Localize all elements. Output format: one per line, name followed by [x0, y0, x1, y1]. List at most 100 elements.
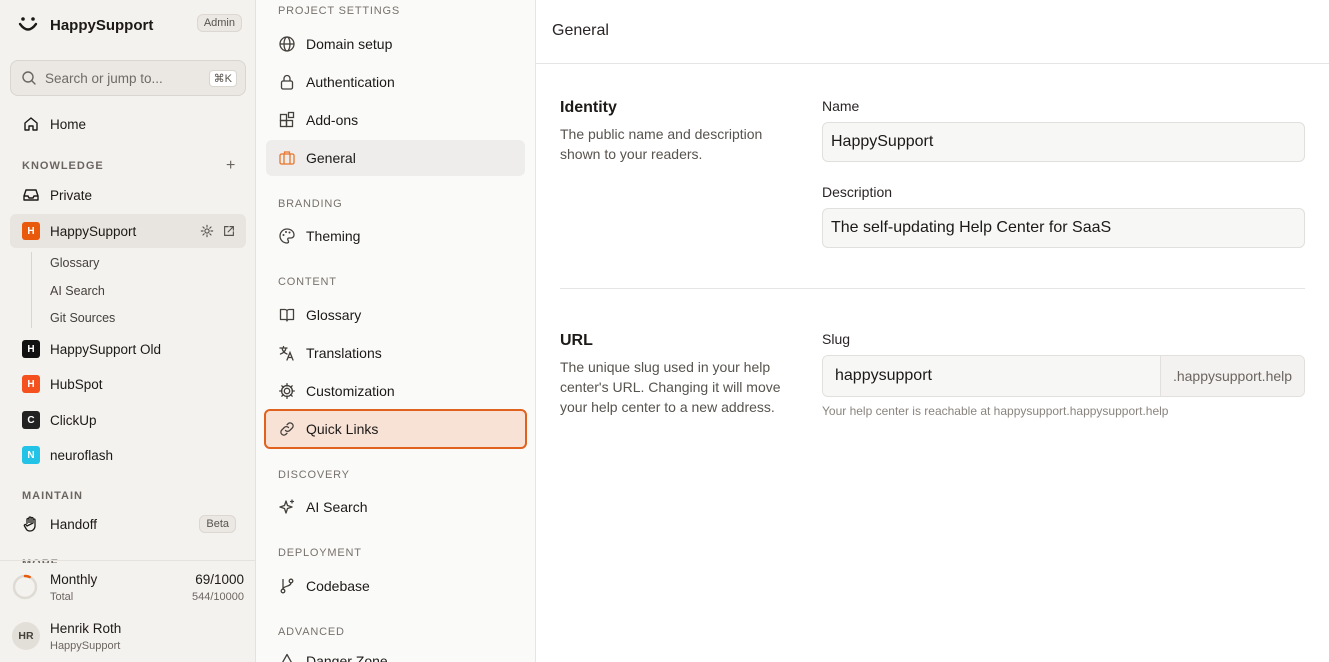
discovery-label: DISCOVERY	[278, 469, 350, 481]
settings-item-domain-setup[interactable]: Domain setup	[266, 26, 525, 62]
user-name: Henrik Roth	[50, 621, 122, 636]
url-title: URL	[560, 332, 593, 349]
usage-total-label: Total	[50, 591, 74, 603]
link-icon	[278, 420, 296, 438]
settings-item-danger-zone[interactable]: Danger Zone	[266, 643, 525, 662]
settings-item-label: Glossary	[306, 307, 362, 323]
sidebar-item-home[interactable]: Home	[10, 107, 246, 141]
sidebar-item-happysupport[interactable]: H HappySupport	[10, 214, 246, 248]
settings-item-label: Add-ons	[306, 112, 359, 128]
inbox-icon	[22, 186, 40, 204]
usage-period: Monthly	[50, 572, 98, 587]
settings-item-label: AI Search	[306, 499, 368, 515]
sidebar-item-label: Handoff	[50, 516, 98, 532]
palette-icon	[278, 227, 296, 245]
slug-label: Slug	[822, 331, 851, 347]
settings-item-add-ons[interactable]: Add-ons	[266, 102, 525, 138]
settings-nav: PROJECT SETTINGS Domain setup Authentica…	[256, 0, 536, 662]
tree-line	[31, 252, 32, 328]
settings-item-label: Codebase	[306, 578, 370, 594]
sidebar: HappySupport Admin ⌘K Home KNOWLEDGE + P…	[0, 0, 256, 662]
section-divider	[560, 288, 1305, 289]
search-input[interactable]	[45, 70, 209, 86]
project-avatar: N	[22, 446, 40, 464]
sidebar-item-happysupport-old[interactable]: H HappySupport Old	[10, 332, 246, 366]
advanced-label: ADVANCED	[278, 626, 345, 638]
sidebar-subitem-git-sources[interactable]: Git Sources	[50, 311, 115, 325]
settings-item-glossary[interactable]: Glossary	[266, 297, 525, 333]
settings-item-customization[interactable]: Customization	[266, 373, 525, 409]
slug-hint: Your help center is reachable at happysu…	[822, 404, 1169, 418]
name-input[interactable]	[822, 122, 1305, 162]
settings-item-label: Translations	[306, 345, 382, 361]
gear-icon	[278, 382, 296, 400]
search-shortcut: ⌘K	[208, 69, 237, 87]
sidebar-item-label: HappySupport Old	[50, 341, 162, 357]
settings-item-ai-search[interactable]: AI Search	[266, 489, 525, 525]
user-org: HappySupport	[50, 640, 121, 652]
project-avatar: C	[22, 411, 40, 429]
knowledge-section-label: KNOWLEDGE	[22, 160, 104, 172]
name-label: Name	[822, 98, 860, 114]
sidebar-subitem-ai-search[interactable]: AI Search	[50, 284, 105, 298]
branding-label: BRANDING	[278, 198, 343, 210]
description-label: Description	[822, 184, 893, 200]
admin-badge: Admin	[196, 14, 242, 32]
usage-progress-ring	[12, 574, 38, 600]
settings-item-label: Domain setup	[306, 36, 393, 52]
settings-item-codebase[interactable]: Codebase	[266, 568, 525, 604]
sidebar-item-label: Private	[50, 187, 93, 203]
identity-description: The public name and description shown to…	[560, 126, 763, 162]
settings-item-label: Authentication	[306, 74, 395, 90]
settings-item-label: Customization	[306, 383, 395, 399]
sidebar-item-label: HappySupport	[50, 223, 137, 239]
brand[interactable]: HappySupport Admin	[16, 12, 242, 38]
sidebar-divider	[0, 560, 255, 561]
settings-item-label: General	[306, 150, 356, 166]
gear-icon[interactable]	[200, 224, 214, 238]
settings-item-translations[interactable]: Translations	[266, 335, 525, 371]
sidebar-item-private[interactable]: Private	[10, 178, 246, 212]
smile-logo-icon	[18, 17, 38, 31]
sidebar-item-neuroflash[interactable]: N neuroflash	[10, 438, 246, 472]
search-box[interactable]: ⌘K	[10, 60, 246, 96]
usage-meter[interactable]: Monthly Total 69/1000 544/10000	[12, 571, 244, 605]
main-content: General Identity The public name and des…	[536, 0, 1329, 662]
lock-icon	[278, 73, 296, 91]
sidebar-subitem-glossary[interactable]: Glossary	[50, 256, 99, 270]
beta-badge: Beta	[199, 515, 236, 533]
settings-item-label: Quick Links	[306, 421, 379, 437]
avatar: HR	[12, 622, 40, 650]
user-menu[interactable]: HR Henrik Roth HappySupport	[12, 620, 244, 654]
search-icon	[22, 71, 36, 85]
slug-domain-suffix: .happysupport.help	[1160, 356, 1304, 396]
add-knowledge-icon[interactable]: +	[226, 158, 235, 174]
settings-item-label: Theming	[306, 228, 361, 244]
settings-item-label: Danger Zone	[306, 653, 388, 662]
globe-icon	[278, 35, 296, 53]
external-link-icon[interactable]	[222, 224, 236, 238]
sidebar-item-label: Home	[50, 116, 87, 132]
project-avatar: H	[22, 340, 40, 358]
sidebar-item-handoff[interactable]: Handoff Beta	[10, 507, 246, 541]
usage-period-count: 69/1000	[195, 572, 244, 587]
page-header: General	[536, 0, 1329, 64]
slug-input[interactable]	[823, 356, 1160, 396]
url-description: The unique slug used in your help center…	[560, 359, 781, 415]
book-icon	[278, 306, 296, 324]
warning-icon	[278, 652, 296, 662]
sidebar-item-hubspot[interactable]: H HubSpot	[10, 367, 246, 401]
identity-title: Identity	[560, 99, 617, 116]
settings-item-theming[interactable]: Theming	[266, 218, 525, 254]
sidebar-item-label: ClickUp	[50, 412, 97, 428]
maintain-section-label: MAINTAIN	[22, 490, 83, 502]
sidebar-item-label: neuroflash	[50, 447, 114, 463]
project-avatar: H	[22, 375, 40, 393]
settings-item-quick-links[interactable]: Quick Links	[264, 409, 527, 449]
settings-item-general[interactable]: General	[266, 140, 525, 176]
usage-total-count: 544/10000	[192, 591, 244, 603]
sidebar-item-clickup[interactable]: C ClickUp	[10, 403, 246, 437]
description-input[interactable]	[822, 208, 1305, 248]
app-name: HappySupport	[50, 16, 154, 34]
settings-item-authentication[interactable]: Authentication	[266, 64, 525, 100]
